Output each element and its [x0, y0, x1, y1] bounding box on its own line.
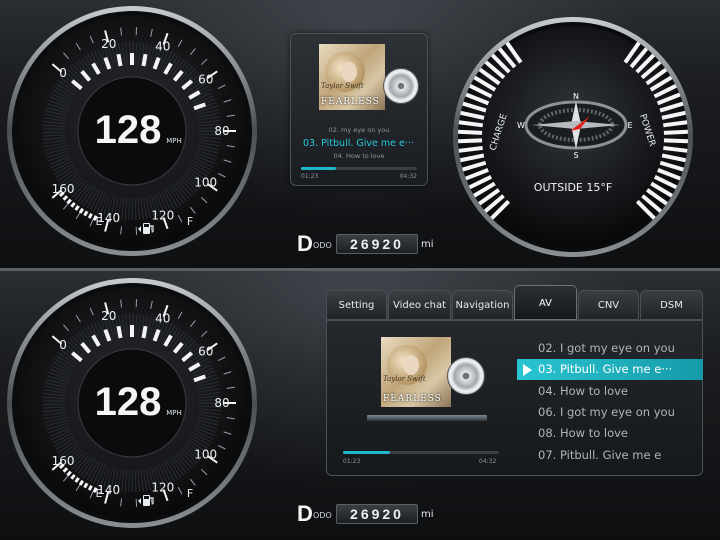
tick-label: 20 [101, 309, 116, 323]
playlist-item[interactable]: 08. How to love [517, 423, 703, 444]
fuel-empty-label: E [96, 215, 103, 228]
playlist-item[interactable]: 02. I got my eye on you [517, 338, 703, 359]
cd-disc-icon [447, 357, 485, 395]
tab-av[interactable]: AV [514, 285, 577, 320]
current-track[interactable]: 03. Pitbull. Give me e··· [303, 138, 414, 149]
total-time: 04:32 [399, 173, 417, 180]
tab-dsm[interactable]: DSM [640, 290, 703, 320]
gauge-segment [458, 129, 483, 135]
now-playing-card[interactable]: Taylor Swift FEARLESS 02. my eye on you … [290, 33, 428, 186]
album-title: FEARLESS [321, 97, 380, 107]
tick-label: 40 [155, 311, 170, 325]
compass-w: W [517, 121, 525, 130]
compass-s: S [573, 151, 578, 160]
outside-temperature: OUTSIDE 15°F [534, 181, 612, 194]
tab-video-chat[interactable]: Video chat [388, 290, 451, 320]
odometer-value: 26920 [336, 504, 418, 524]
fuel-empty-label: E [96, 487, 103, 500]
prev-track[interactable]: 02. my eye on you [291, 126, 427, 134]
gear-indicator: D [297, 231, 313, 256]
tab-setting[interactable]: Setting [326, 290, 387, 320]
cluster-view-bottom: 0 20 40 60 80 100 120 140 160 128 MPH E F Settin… [0, 271, 720, 539]
tick-label: 80 [214, 396, 229, 410]
av-panel: Taylor Swift FEARLESS 01:23 04:32 02. I … [326, 320, 703, 476]
playlist-item-label: 03. Pitbull. Give me e··· [538, 362, 673, 376]
elapsed-time: 01:23 [343, 458, 361, 465]
cd-disc-icon [383, 68, 419, 104]
odometer-label: ODO [313, 241, 332, 250]
tick-label: 0 [59, 66, 67, 80]
tick-label: 120 [151, 481, 174, 495]
fuel-level-segment [87, 212, 93, 219]
odometer: D ODO 26920 mi [297, 231, 437, 256]
tab-cnv[interactable]: CNV [578, 290, 639, 320]
progress-bar[interactable] [301, 167, 417, 170]
album-title: FEARLESS [383, 394, 442, 404]
tick-label: 60 [198, 72, 213, 86]
fuel-level-segment [87, 484, 93, 491]
tick-label: 80 [214, 124, 229, 138]
playlist-item[interactable]: 06. I got my eye on you [517, 402, 703, 423]
album-cover[interactable]: Taylor Swift FEARLESS [319, 44, 385, 110]
fuel-full-label: F [187, 487, 193, 500]
odometer-label: ODO [313, 511, 332, 520]
tick-label: 100 [194, 176, 217, 190]
odometer-unit: mi [421, 239, 434, 250]
odometer: D ODO 26920 mi [297, 501, 437, 526]
tick-label: 20 [101, 37, 116, 51]
gauge-segment [116, 53, 123, 67]
tick-label: 60 [198, 344, 213, 358]
speedometer: 020 406080100120140160 128 MPH E F [7, 278, 257, 528]
gear-indicator: D [297, 501, 313, 526]
speedometer: 020 406080100120140160 128 MPH E F [7, 6, 257, 256]
album-shelf [367, 415, 487, 421]
tick-label: 120 [151, 209, 174, 223]
playlist-item[interactable]: 04. How to love [517, 381, 703, 402]
odometer-unit: mi [421, 509, 434, 520]
gauge-segment [663, 138, 688, 144]
odometer-value: 26920 [336, 234, 418, 254]
compass-gauge: CHARGE POWER N S E W OUTSIDE 15°F [453, 17, 693, 257]
total-time: 04:32 [479, 458, 497, 465]
fuel-full-label: F [187, 215, 193, 228]
gauge-segment [663, 129, 688, 135]
tab-navigation[interactable]: Navigation [452, 290, 513, 320]
gauge-segment [141, 325, 148, 339]
elapsed-time: 01:23 [301, 173, 319, 180]
album-artist: Taylor Swift [383, 375, 426, 383]
next-track[interactable]: 04. How to love [291, 152, 427, 160]
tick-label: 40 [155, 39, 170, 53]
fuel-level-segment [83, 210, 89, 217]
tick-label: 0 [59, 338, 67, 352]
progress-bar[interactable] [343, 451, 499, 454]
fuel-level-segment [83, 482, 89, 489]
gauge-segment [458, 138, 483, 144]
speed-unit: MPH [166, 409, 182, 417]
speed-unit: MPH [166, 137, 182, 145]
play-icon [523, 364, 532, 376]
cluster-view-top: 0 20 40 60 80 100 120 140 160 128 MPH E F Taylor… [0, 0, 720, 268]
compass-e: E [627, 121, 632, 130]
speed-readout: 128 [95, 108, 162, 152]
tick-label: 100 [194, 448, 217, 462]
playlist-item[interactable]: 07. Pitbull. Give me e [517, 445, 703, 466]
speed-readout: 128 [95, 380, 162, 424]
gauge-segment [141, 53, 148, 67]
playlist-item-current[interactable]: 03. Pitbull. Give me e··· [517, 359, 703, 380]
album-artist: Taylor Swift [321, 82, 364, 90]
gauge-segment [116, 325, 123, 339]
compass-n: N [573, 92, 579, 101]
album-cover[interactable]: Taylor Swift FEARLESS [381, 337, 451, 407]
